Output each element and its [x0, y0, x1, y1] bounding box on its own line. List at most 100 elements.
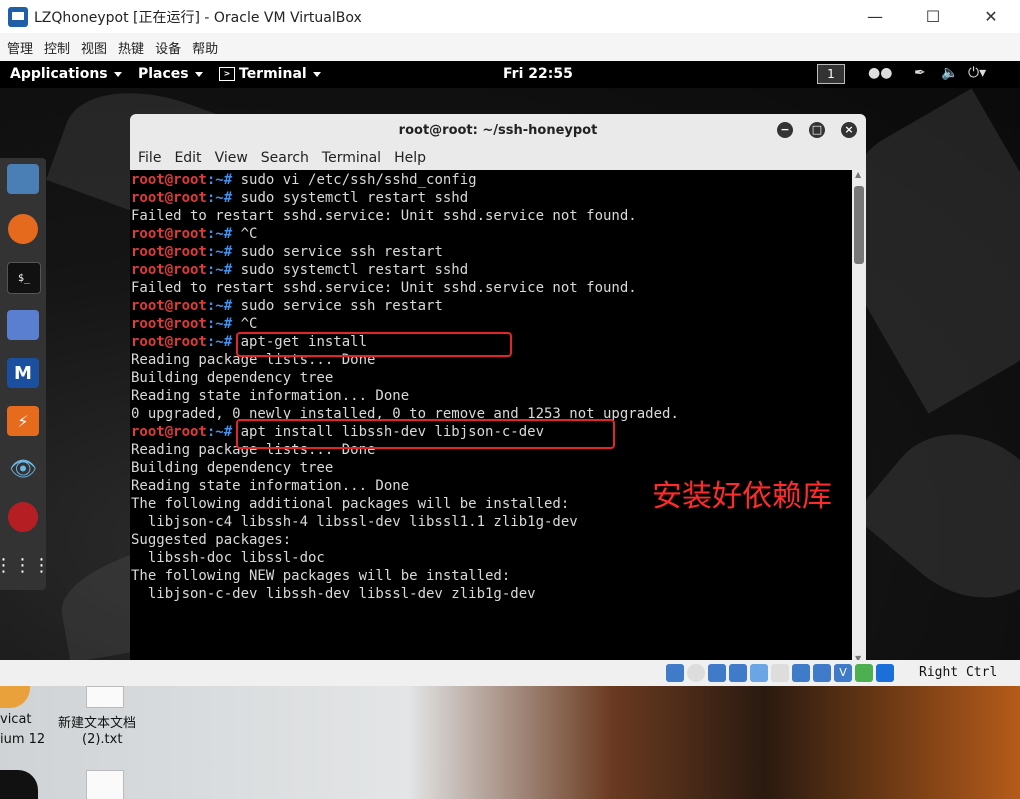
chevron-down-icon	[113, 71, 122, 77]
places-label: Places	[138, 66, 189, 82]
workspace-indicator[interactable]: 1	[817, 64, 845, 84]
terminal-menu-file[interactable]: File	[138, 150, 161, 166]
menu-devices[interactable]: 设备	[155, 38, 181, 57]
prompt-path: :~#	[206, 226, 233, 242]
virtualization-icon[interactable]: V	[834, 664, 852, 682]
menu-view[interactable]: 视图	[81, 38, 107, 57]
desktop-icon-label: ium 12	[0, 732, 46, 747]
command-text: ^C	[232, 316, 258, 332]
display-icon[interactable]	[771, 664, 789, 682]
menu-control[interactable]: 控制	[44, 38, 70, 57]
burpsuite-icon[interactable]: ⚡	[7, 406, 39, 436]
terminal-command-line: root@root:~# sudo systemctl restart sshd	[131, 189, 852, 207]
maximize-button[interactable]: ☐	[904, 0, 962, 33]
prompt-path: :~#	[206, 334, 233, 350]
minimize-button[interactable]: —	[846, 0, 904, 33]
terminal-menu-terminal[interactable]: Terminal	[322, 150, 381, 166]
scrollbar-thumb[interactable]	[854, 186, 864, 264]
highlight-box	[236, 332, 512, 357]
app-shortcut-icon[interactable]	[0, 770, 38, 799]
wallpaper-leaf	[852, 400, 1020, 632]
prompt-path: :~#	[206, 244, 233, 260]
volume-icon[interactable]: 🔈	[941, 65, 958, 81]
terminal-scrollbar[interactable]: ▲ ▼	[852, 170, 866, 660]
terminal-close-button[interactable]: ×	[841, 122, 857, 138]
terminal-output-line: Failed to restart sshd.service: Unit ssh…	[131, 208, 637, 224]
desktop-icon-label: (2).txt	[82, 732, 123, 747]
terminal-command-line: root@root:~# sudo service ssh restart	[131, 297, 852, 315]
users-icon[interactable]: ●●	[868, 65, 892, 81]
prompt-user: root@root	[131, 424, 207, 440]
desktop-icon-label: 新建文本文档	[58, 716, 137, 731]
tools-icon[interactable]: ✒	[914, 65, 926, 81]
prompt-user: root@root	[131, 244, 207, 260]
metasploit-icon[interactable]: M	[7, 358, 39, 388]
recording-icon[interactable]	[792, 664, 810, 682]
prompt-path: :~#	[206, 424, 233, 440]
terminal-command-line: root@root:~# sudo systemctl restart sshd	[131, 261, 852, 279]
shared-folders-icon[interactable]	[750, 664, 768, 682]
prompt-user: root@root	[131, 172, 207, 188]
text-file-icon[interactable]	[86, 686, 124, 708]
terminal-title: root@root: ~/ssh-honeypot	[398, 122, 598, 138]
terminal-output-line: Failed to restart sshd.service: Unit ssh…	[131, 280, 637, 296]
terminal-output-line: Suggested packages:	[131, 532, 292, 548]
menu-help[interactable]: 帮助	[192, 38, 218, 57]
eye-icon[interactable]: 👁	[7, 454, 39, 484]
menu-hotkeys[interactable]: 热键	[118, 38, 144, 57]
host-desktop: vicat ium 12 新建文本文档 (2).txt	[0, 686, 1020, 799]
dock: $_ M ⚡ 👁 ⋮⋮⋮	[0, 158, 51, 590]
virtualbox-app-icon	[8, 6, 28, 27]
text-editor-icon[interactable]	[7, 310, 39, 340]
desktop-icon-label: vicat	[0, 712, 32, 727]
host-key-label: Right Ctrl	[919, 665, 998, 680]
applications-menu[interactable]: Applications	[10, 66, 122, 82]
command-text: sudo systemctl restart sshd	[232, 262, 469, 278]
disk-icon[interactable]	[687, 664, 705, 682]
navicat-icon[interactable]	[0, 686, 30, 708]
menu-manage[interactable]: 管理	[7, 38, 33, 57]
optical-drive-icon[interactable]	[666, 664, 684, 682]
terminal-output-line: libjson-c4 libssh-4 libssl-dev libssl1.1…	[131, 514, 578, 530]
guest-additions-icon[interactable]	[813, 664, 831, 682]
command-text: sudo service ssh restart	[232, 244, 443, 260]
close-button[interactable]: ✕	[962, 0, 1020, 33]
terminal-app-menu[interactable]: > Terminal	[219, 66, 321, 82]
terminal-output[interactable]: root@root:~# sudo vi /etc/ssh/sshd_confi…	[130, 170, 852, 660]
window-controls: — ☐ ✕	[846, 0, 1020, 33]
terminal-menu-search[interactable]: Search	[261, 150, 309, 166]
terminal-icon[interactable]: $_	[7, 262, 41, 294]
terminal-maximize-button[interactable]: □	[809, 122, 825, 138]
prompt-user: root@root	[131, 190, 207, 206]
shortcut-file-icon[interactable]	[86, 770, 124, 799]
network-icon[interactable]	[729, 664, 747, 682]
terminal-output-line: Building dependency tree	[131, 370, 334, 386]
cherrytree-icon[interactable]	[8, 502, 38, 532]
terminal-minimize-button[interactable]: −	[777, 122, 793, 138]
prompt-user: root@root	[131, 298, 207, 314]
command-text: sudo service ssh restart	[232, 298, 443, 314]
prompt-path: :~#	[206, 262, 233, 278]
mouse-integration-icon[interactable]	[855, 664, 873, 682]
applications-label: Applications	[10, 66, 108, 82]
terminal-window: root@root: ~/ssh-honeypot − □ × File Edi…	[130, 114, 866, 660]
scroll-up-arrow-icon[interactable]: ▲	[855, 170, 861, 179]
places-menu[interactable]: Places	[138, 66, 203, 82]
clock[interactable]: Fri 22:55	[503, 66, 573, 82]
terminal-menu-view[interactable]: View	[215, 150, 248, 166]
files-icon[interactable]	[7, 164, 39, 194]
command-text: sudo vi /etc/ssh/sshd_config	[232, 172, 477, 188]
terminal-menu-edit[interactable]: Edit	[174, 150, 201, 166]
virtualbox-titlebar: LZQhoneypot [正在运行] - Oracle VM VirtualBo…	[0, 0, 1020, 33]
app-grid-icon[interactable]: ⋮⋮⋮	[0, 550, 51, 580]
prompt-user: root@root	[131, 226, 207, 242]
usb-icon[interactable]	[708, 664, 726, 682]
terminal-output-line: libssh-doc libssl-doc	[131, 550, 325, 566]
power-icon[interactable]: ⏻▾	[968, 65, 986, 81]
prompt-path: :~#	[206, 298, 233, 314]
prompt-path: :~#	[206, 172, 233, 188]
terminal-menu-help[interactable]: Help	[394, 150, 426, 166]
terminal-titlebar[interactable]: root@root: ~/ssh-honeypot − □ ×	[130, 114, 866, 146]
firefox-icon[interactable]	[8, 214, 38, 244]
keyboard-capture-icon[interactable]	[876, 664, 894, 682]
